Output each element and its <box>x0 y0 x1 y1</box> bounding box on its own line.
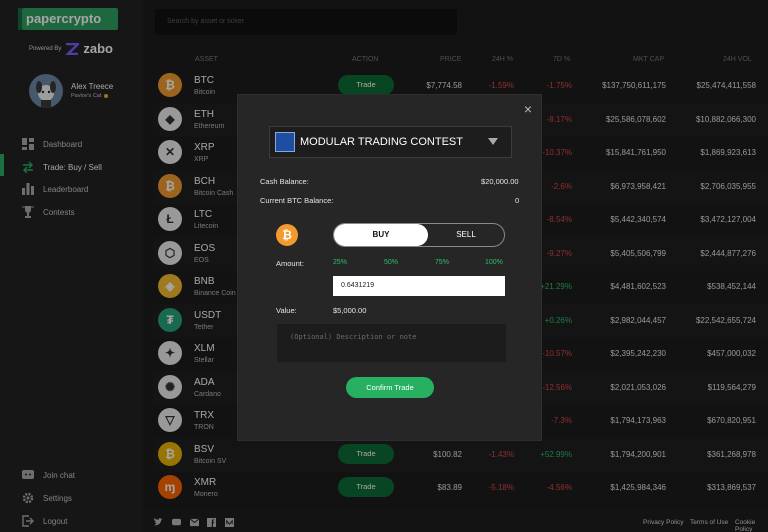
cash-balance-value: $20,000.00 <box>481 177 519 186</box>
amount-label: Amount: <box>276 259 304 268</box>
value-label: Value: <box>276 306 297 315</box>
amount-input[interactable]: 0.6431219 <box>333 276 505 296</box>
trade-modal: × MODULAR TRADING CONTEST Cash Balance: … <box>237 94 542 441</box>
pct-100-button[interactable]: 100% <box>485 259 503 266</box>
chevron-down-icon <box>488 138 498 145</box>
confirm-trade-button[interactable]: Confirm Trade <box>346 377 434 398</box>
pct-75-button[interactable]: 75% <box>435 259 449 266</box>
sell-button[interactable]: SELL <box>428 224 504 246</box>
pct-50-button[interactable]: 50% <box>384 259 398 266</box>
btc-balance-value: 0 <box>515 196 520 205</box>
close-icon[interactable]: × <box>524 101 532 117</box>
value-amount: $5,000.00 <box>333 306 367 315</box>
bitcoin-icon: ₿ <box>276 224 298 246</box>
contest-name: MODULAR TRADING CONTEST <box>300 136 463 148</box>
btc-balance-label: Current BTC Balance: <box>260 196 334 205</box>
contest-logo-icon <box>275 132 295 152</box>
buy-button[interactable]: BUY <box>334 224 428 246</box>
cash-balance-label: Cash Balance: <box>260 177 309 186</box>
buy-sell-toggle: BUY SELL <box>333 223 505 247</box>
note-textarea[interactable]: (Optional) Description or note <box>277 324 506 362</box>
pct-25-button[interactable]: 25% <box>333 259 347 266</box>
contest-select[interactable]: MODULAR TRADING CONTEST <box>269 126 512 158</box>
